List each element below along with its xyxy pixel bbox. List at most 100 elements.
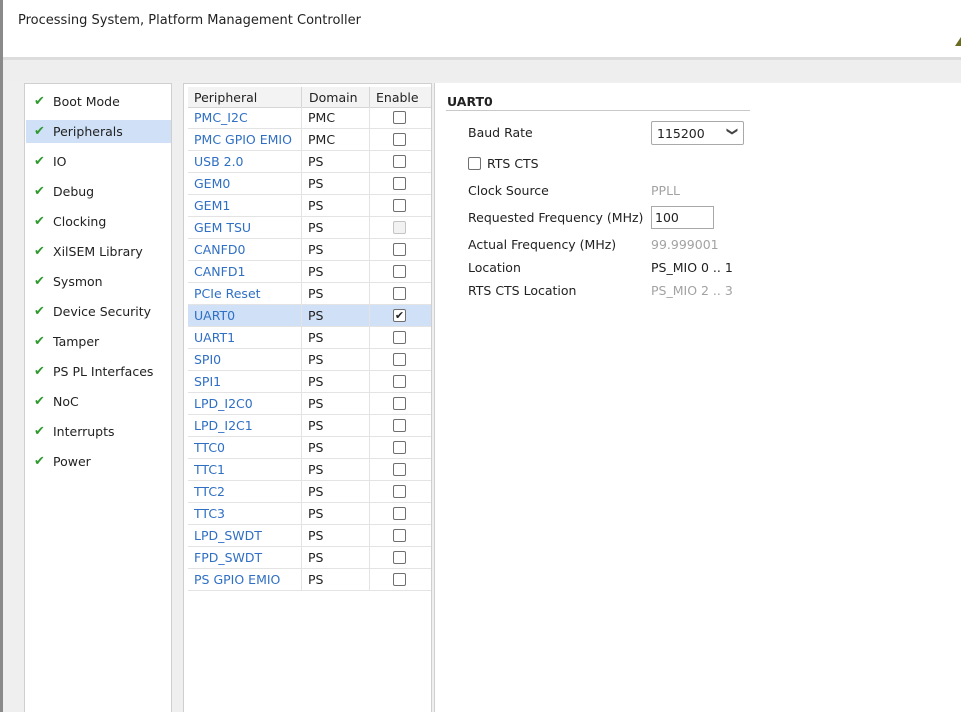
- peripheral-name-link[interactable]: LPD_I2C1: [194, 415, 253, 437]
- peripheral-name-link[interactable]: UART0: [194, 305, 235, 327]
- nav-item-boot-mode[interactable]: ✔ Boot Mode: [26, 90, 171, 113]
- table-row[interactable]: TTC0 PS: [188, 437, 431, 459]
- nav-item-peripherals[interactable]: ✔ Peripherals: [26, 120, 171, 143]
- table-row[interactable]: SPI1 PS: [188, 371, 431, 393]
- column-header-domain[interactable]: Domain: [302, 87, 370, 108]
- table-row[interactable]: PMC GPIO EMIO PMC: [188, 129, 431, 151]
- table-row[interactable]: UART1 PS: [188, 327, 431, 349]
- peripheral-domain: PS: [308, 176, 324, 191]
- nav-item-clocking[interactable]: ✔ Clocking: [26, 210, 171, 233]
- table-row[interactable]: UART0 PS ✔: [188, 305, 431, 327]
- column-divider: [301, 305, 302, 327]
- nav-item-device-security[interactable]: ✔ Device Security: [26, 300, 171, 323]
- peripheral-name-link[interactable]: SPI1: [194, 371, 221, 393]
- enable-checkbox[interactable]: [393, 529, 406, 542]
- column-divider: [369, 547, 370, 569]
- rts-cts-checkbox[interactable]: [468, 157, 481, 170]
- enable-checkbox[interactable]: [393, 199, 406, 212]
- nav-item-interrupts[interactable]: ✔ Interrupts: [26, 420, 171, 443]
- enable-checkbox[interactable]: [393, 551, 406, 564]
- enable-checkbox[interactable]: ✔: [393, 309, 406, 322]
- enable-checkbox[interactable]: [393, 375, 406, 388]
- table-row[interactable]: TTC3 PS: [188, 503, 431, 525]
- nav-item-tamper[interactable]: ✔ Tamper: [26, 330, 171, 353]
- table-row[interactable]: CANFD0 PS: [188, 239, 431, 261]
- peripheral-domain: PMC: [308, 132, 336, 147]
- peripheral-name-link[interactable]: PS GPIO EMIO: [194, 569, 280, 591]
- table-row[interactable]: FPD_SWDT PS: [188, 547, 431, 569]
- peripheral-name-link[interactable]: CANFD0: [194, 239, 245, 261]
- enable-checkbox[interactable]: [393, 463, 406, 476]
- enable-checkbox[interactable]: [393, 133, 406, 146]
- rts-cts-label[interactable]: RTS CTS: [487, 156, 539, 171]
- nav-item-ps-pl-interfaces[interactable]: ✔ PS PL Interfaces: [26, 360, 171, 383]
- table-row[interactable]: SPI0 PS: [188, 349, 431, 371]
- enable-checkbox[interactable]: [393, 573, 406, 586]
- peripheral-name-link[interactable]: GEM0: [194, 173, 230, 195]
- peripheral-name-link[interactable]: TTC3: [194, 503, 225, 525]
- enable-checkbox[interactable]: [393, 177, 406, 190]
- peripheral-name-link[interactable]: GEM TSU: [194, 217, 251, 239]
- nav-item-io[interactable]: ✔ IO: [26, 150, 171, 173]
- table-row[interactable]: GEM TSU PS: [188, 217, 431, 239]
- column-divider: [369, 415, 370, 437]
- peripheral-name-link[interactable]: CANFD1: [194, 261, 245, 283]
- table-row[interactable]: USB 2.0 PS: [188, 151, 431, 173]
- baud-rate-select[interactable]: 115200 ❯: [651, 121, 744, 145]
- table-row[interactable]: PCIe Reset PS: [188, 283, 431, 305]
- peripheral-name-link[interactable]: SPI0: [194, 349, 221, 371]
- enable-checkbox[interactable]: [393, 331, 406, 344]
- peripheral-name-link[interactable]: PMC_I2C: [194, 107, 248, 129]
- table-row[interactable]: LPD_SWDT PS: [188, 525, 431, 547]
- table-row[interactable]: GEM1 PS: [188, 195, 431, 217]
- nav-item-label: PS PL Interfaces: [53, 364, 154, 379]
- enable-checkbox[interactable]: [393, 507, 406, 520]
- peripheral-name-link[interactable]: TTC0: [194, 437, 225, 459]
- table-row[interactable]: PMC_I2C PMC: [188, 107, 431, 129]
- nav-item-power[interactable]: ✔ Power: [26, 450, 171, 473]
- section-divider: [446, 110, 750, 111]
- nav-item-label: XilSEM Library: [53, 244, 143, 259]
- table-row[interactable]: CANFD1 PS: [188, 261, 431, 283]
- nav-item-label: Device Security: [53, 304, 152, 319]
- nav-item-debug[interactable]: ✔ Debug: [26, 180, 171, 203]
- table-row[interactable]: LPD_I2C0 PS: [188, 393, 431, 415]
- column-header-peripheral[interactable]: Peripheral: [188, 87, 302, 108]
- nav-item-noc[interactable]: ✔ NoC: [26, 390, 171, 413]
- peripheral-name-link[interactable]: TTC1: [194, 459, 225, 481]
- peripheral-name-link[interactable]: LPD_SWDT: [194, 525, 262, 547]
- table-row[interactable]: PS GPIO EMIO PS: [188, 569, 431, 591]
- enable-checkbox[interactable]: [393, 243, 406, 256]
- column-divider: [301, 569, 302, 591]
- peripheral-name-link[interactable]: FPD_SWDT: [194, 547, 262, 569]
- column-header-enable[interactable]: Enable: [370, 87, 431, 108]
- peripheral-domain: PS: [308, 154, 324, 169]
- check-icon: ✔: [34, 274, 45, 289]
- enable-checkbox[interactable]: [393, 155, 406, 168]
- enable-checkbox[interactable]: [393, 441, 406, 454]
- table-row[interactable]: TTC2 PS: [188, 481, 431, 503]
- peripheral-name-link[interactable]: GEM1: [194, 195, 230, 217]
- column-divider: [369, 173, 370, 195]
- requested-frequency-input[interactable]: [651, 206, 714, 229]
- enable-checkbox[interactable]: [393, 419, 406, 432]
- nav-item-sysmon[interactable]: ✔ Sysmon: [26, 270, 171, 293]
- table-row[interactable]: GEM0 PS: [188, 173, 431, 195]
- peripheral-name-link[interactable]: USB 2.0: [194, 151, 244, 173]
- peripheral-name-link[interactable]: PMC GPIO EMIO: [194, 129, 292, 151]
- table-row[interactable]: TTC1 PS: [188, 459, 431, 481]
- nav-item-xilsem-library[interactable]: ✔ XilSEM Library: [26, 240, 171, 263]
- enable-checkbox[interactable]: [393, 111, 406, 124]
- enable-checkbox[interactable]: [393, 485, 406, 498]
- peripheral-name-link[interactable]: LPD_I2C0: [194, 393, 253, 415]
- enable-checkbox[interactable]: [393, 397, 406, 410]
- enable-checkbox[interactable]: [393, 287, 406, 300]
- peripheral-domain: PS: [308, 418, 324, 433]
- peripheral-domain: PS: [308, 396, 324, 411]
- enable-checkbox[interactable]: [393, 353, 406, 366]
- enable-checkbox[interactable]: [393, 265, 406, 278]
- table-row[interactable]: LPD_I2C1 PS: [188, 415, 431, 437]
- peripheral-name-link[interactable]: PCIe Reset: [194, 283, 261, 305]
- peripheral-name-link[interactable]: UART1: [194, 327, 235, 349]
- peripheral-name-link[interactable]: TTC2: [194, 481, 225, 503]
